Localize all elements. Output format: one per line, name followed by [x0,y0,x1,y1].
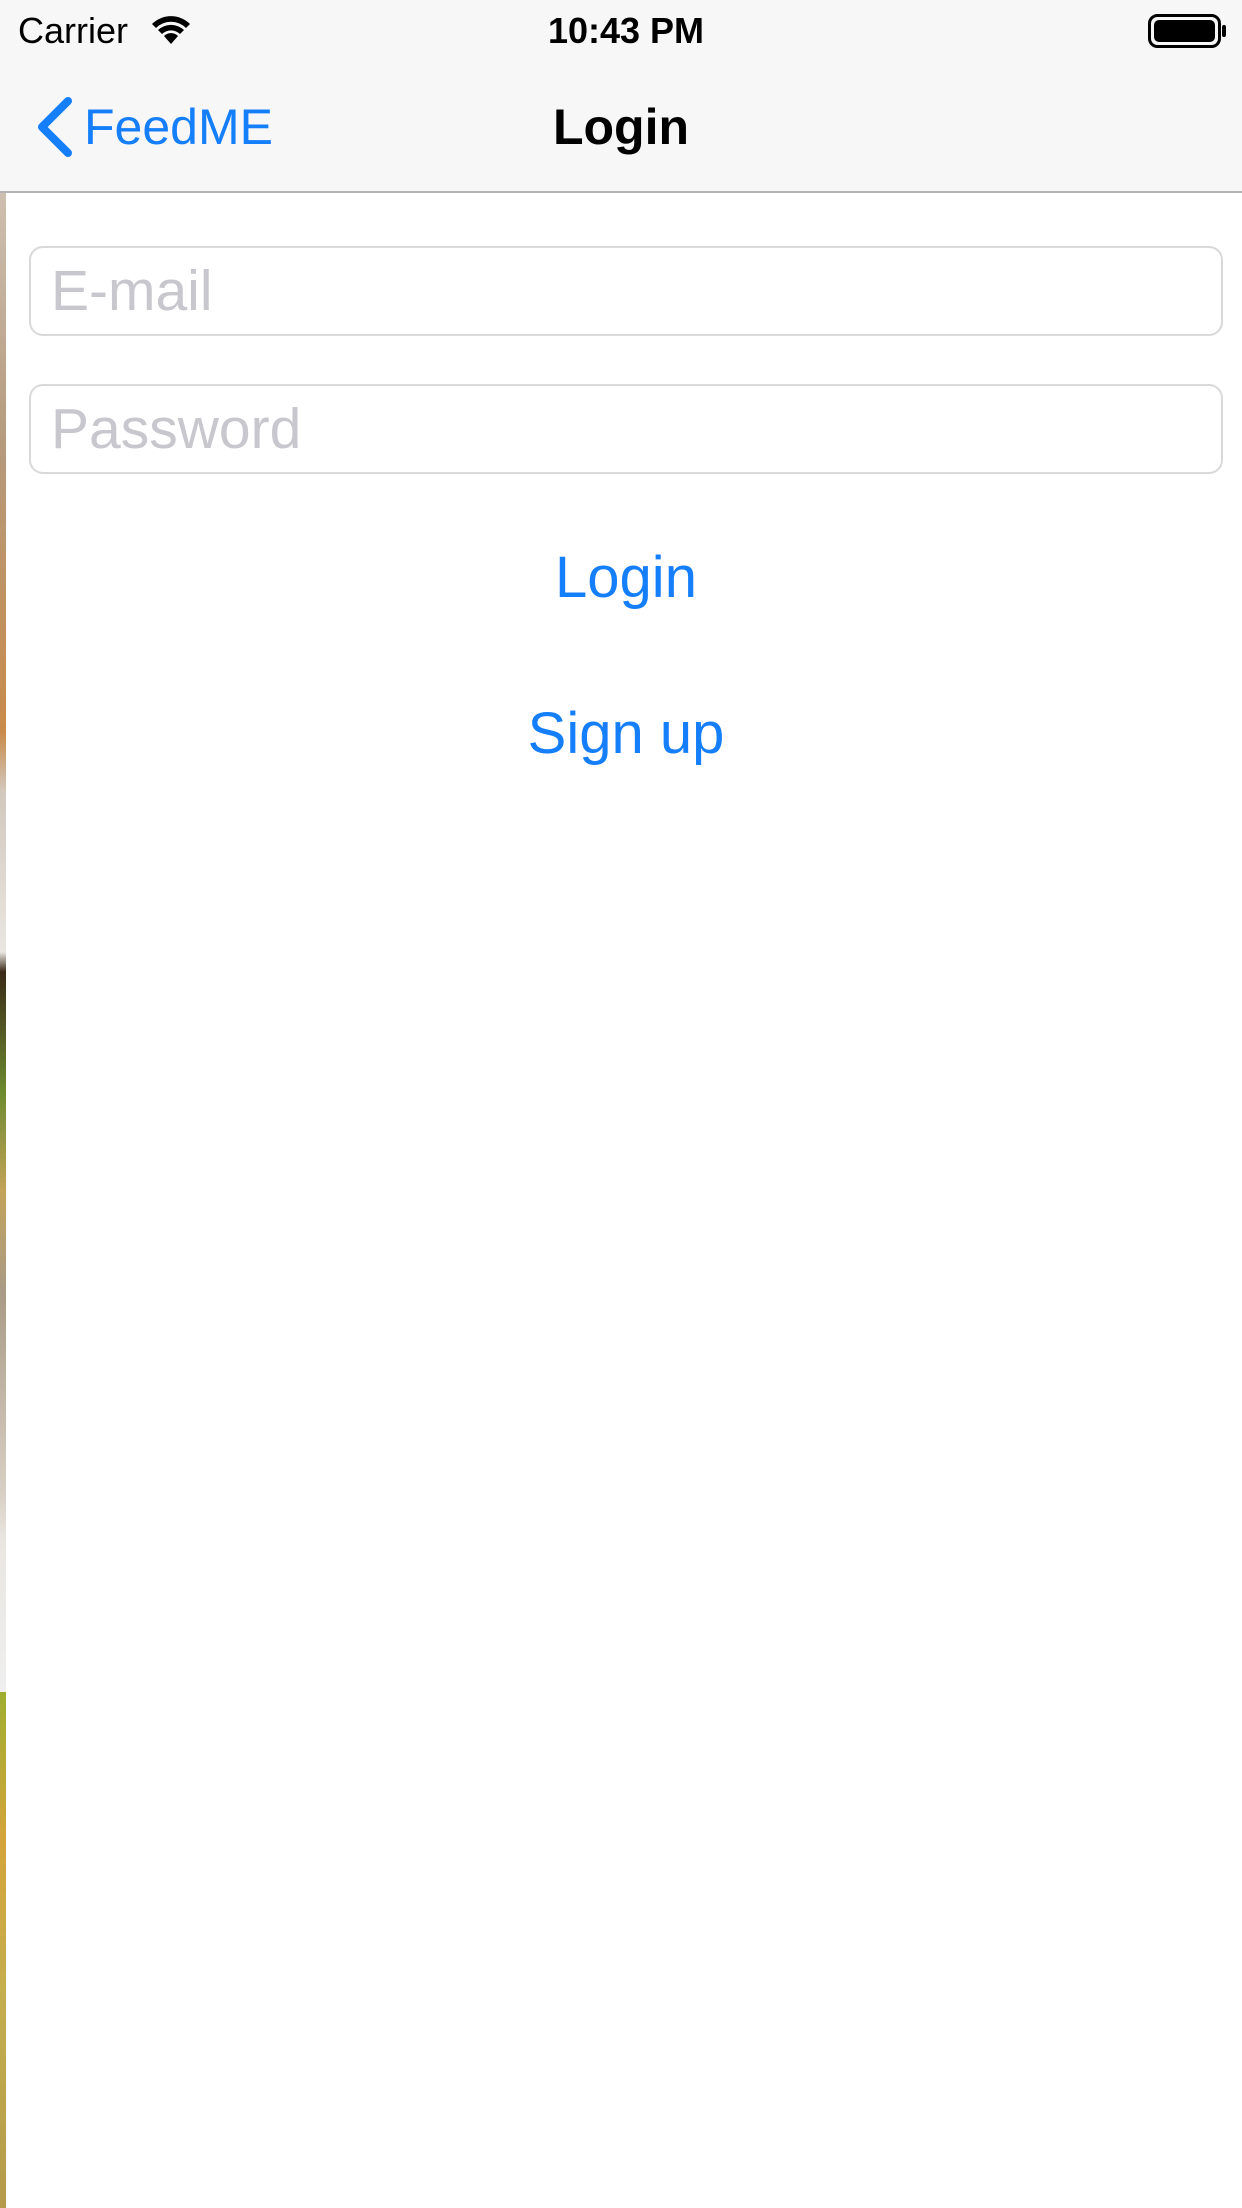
clock-label: 10:43 PM [547,10,705,51]
page-title: Login [552,99,690,155]
login-button[interactable]: Login [0,540,1242,614]
sign-up-button[interactable]: Sign up [0,696,1242,770]
battery-icon [1148,14,1228,53]
password-field[interactable] [29,384,1223,474]
navigation-bar: FeedME Login [0,62,1242,193]
status-bar: Carrier 10:43 PM [0,0,1242,62]
email-field[interactable] [29,246,1223,336]
background-image-edge [0,192,6,2208]
